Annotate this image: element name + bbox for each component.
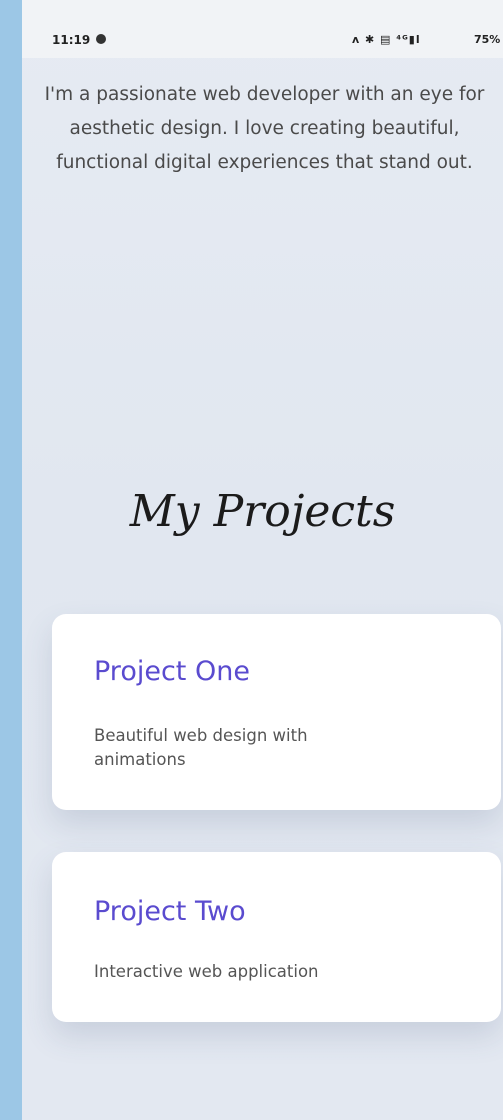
project-card-title[interactable]: Project Two xyxy=(94,896,246,927)
status-time: 11:19 xyxy=(52,33,91,47)
project-card-one[interactable]: Project One Beautiful web design with an… xyxy=(52,614,501,810)
intro-paragraph: I'm a passionate web developer with an e… xyxy=(44,84,485,173)
battery-level: 75% xyxy=(474,33,501,46)
project-card-description: Interactive web application xyxy=(94,962,319,981)
status-bar: 11:19 ᴧ ✱ ▤ ⁴ᴳ▮l 75% xyxy=(22,0,503,58)
phone-screen: 11:19 ᴧ ✱ ▤ ⁴ᴳ▮l 75% I'm a passionate we… xyxy=(22,0,503,1120)
notification-dot-icon xyxy=(96,34,106,44)
projects-section-title: My Projects xyxy=(129,486,396,537)
status-icons: ᴧ ✱ ▤ ⁴ᴳ▮l xyxy=(352,33,421,46)
project-card-title[interactable]: Project One xyxy=(94,656,250,687)
project-card-two[interactable]: Project Two Interactive web application xyxy=(52,852,501,1022)
project-card-description: Beautiful web design with animations xyxy=(94,726,308,769)
